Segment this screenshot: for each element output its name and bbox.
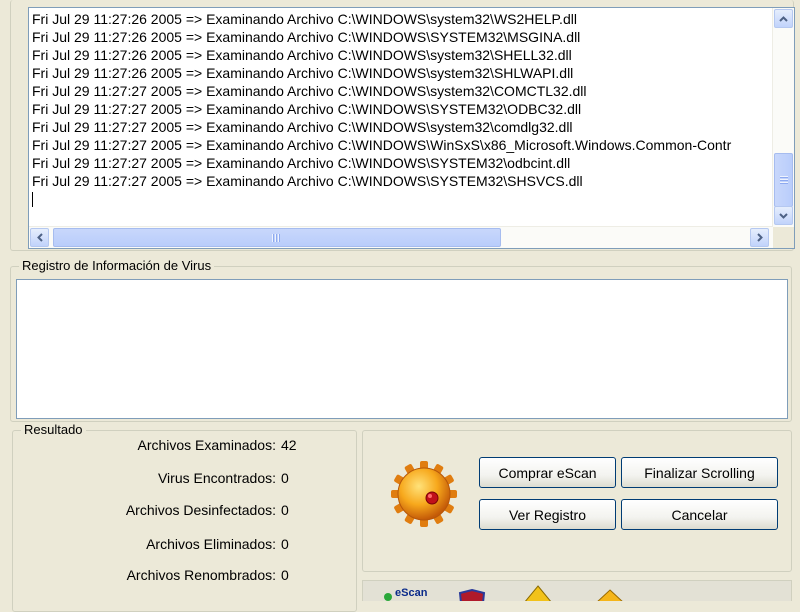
log-line: Fri Jul 29 11:27:26 2005 => Examinando A… (32, 11, 577, 27)
stat-files-disinfected: Archivos Desinfectados: 0 (26, 501, 356, 519)
alert-icon[interactable] (595, 589, 625, 601)
stop-scrolling-button[interactable]: Finalizar Scrolling (621, 457, 778, 488)
stat-value: 0 (281, 502, 289, 518)
log-line: Fri Jul 29 11:27:26 2005 => Examinando A… (32, 65, 574, 81)
virus-info-log[interactable] (16, 279, 788, 419)
scanned-files-log[interactable]: Fri Jul 29 11:27:26 2005 => Examinando A… (28, 7, 795, 249)
scroll-corner (773, 227, 794, 248)
stat-files-scanned: Archivos Examinados: 42 (26, 436, 356, 454)
log-line: Fri Jul 29 11:27:27 2005 => Examinando A… (32, 83, 587, 99)
virus-info-group: Registro de Información de Virus (10, 258, 792, 422)
stat-value: 0 (281, 567, 289, 583)
stat-value: 0 (281, 536, 289, 552)
arrow-up-icon (779, 15, 788, 22)
cancel-button[interactable]: Cancelar (621, 499, 778, 530)
toolbar-strip: eScan (362, 580, 792, 601)
horizontal-scroll-thumb[interactable] (53, 228, 501, 247)
horizontal-scrollbar[interactable] (29, 226, 773, 248)
escan-logo-text: eScan (395, 587, 428, 599)
stat-value: 42 (281, 437, 297, 453)
log-lines: Fri Jul 29 11:27:26 2005 => Examinando A… (32, 10, 770, 207)
log-line: Fri Jul 29 11:27:27 2005 => Examinando A… (32, 155, 571, 171)
arrow-right-icon (756, 233, 763, 242)
log-line: Fri Jul 29 11:27:27 2005 => Examinando A… (32, 101, 582, 117)
stat-value: 0 (281, 470, 289, 486)
log-line: Fri Jul 29 11:27:27 2005 => Examinando A… (32, 173, 583, 189)
stat-files-renamed: Archivos Renombrados: 0 (26, 566, 356, 584)
arrow-down-icon (779, 212, 788, 219)
scroll-down-button[interactable] (774, 206, 793, 225)
vertical-scrollbar[interactable] (772, 8, 794, 227)
arrow-left-icon (36, 233, 43, 242)
scroll-right-button[interactable] (750, 228, 769, 247)
grip-icon (780, 176, 788, 185)
buy-escan-button[interactable]: Comprar eScan (479, 457, 616, 488)
stat-label: Archivos Renombrados: (126, 567, 276, 583)
gear-icon (391, 461, 457, 527)
warning-icon[interactable] (523, 585, 553, 601)
shield-icon[interactable] (457, 589, 487, 601)
scroll-left-button[interactable] (30, 228, 49, 247)
stat-label: Archivos Desinfectados: (125, 502, 276, 518)
scanned-files-group: Fri Jul 29 11:27:26 2005 => Examinando A… (10, 0, 795, 251)
scroll-up-button[interactable] (774, 9, 793, 28)
virus-info-title: Registro de Información de Virus (19, 258, 215, 274)
stat-label: Archivos Examinados: (137, 437, 276, 453)
action-panel: Comprar eScan Finalizar Scrolling Ver Re… (362, 430, 792, 572)
stat-label: Archivos Eliminados: (146, 536, 276, 552)
log-line: Fri Jul 29 11:27:27 2005 => Examinando A… (32, 137, 732, 153)
vertical-scroll-thumb[interactable] (774, 153, 793, 207)
stat-viruses-found: Virus Encontrados: 0 (26, 469, 356, 487)
text-caret (32, 192, 33, 207)
log-line: Fri Jul 29 11:27:26 2005 => Examinando A… (32, 47, 572, 63)
stat-files-deleted: Archivos Eliminados: 0 (26, 535, 356, 553)
stat-label: Virus Encontrados: (157, 470, 276, 486)
result-group: Resultado Archivos Examinados: 42 Virus … (12, 422, 357, 612)
log-line: Fri Jul 29 11:27:26 2005 => Examinando A… (32, 29, 581, 45)
view-log-button[interactable]: Ver Registro (479, 499, 616, 530)
grip-icon (272, 234, 281, 242)
log-line: Fri Jul 29 11:27:27 2005 => Examinando A… (32, 119, 573, 135)
